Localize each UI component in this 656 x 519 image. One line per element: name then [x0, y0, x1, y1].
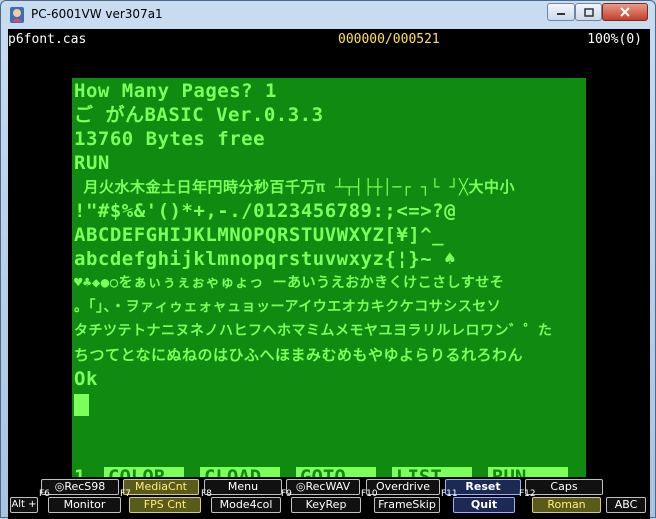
emulator-window: PC-6001VW ver307a1 p6font.cas 000000/000… — [0, 0, 656, 519]
caps-button[interactable]: Caps — [525, 479, 603, 495]
screen-line: ABCDEFGHIJKLMNOPQRSTUVWXYZ[¥]^_ — [74, 224, 445, 246]
rec-wav-button[interactable]: ◎RecWAV — [286, 479, 360, 495]
screen-line: Ok — [74, 368, 98, 390]
rec-s98-button[interactable]: ◎RecS98 — [41, 479, 119, 495]
close-button[interactable] — [602, 3, 648, 21]
menu-button[interactable]: Menu — [204, 479, 282, 495]
maximize-button[interactable] — [575, 3, 602, 21]
monitor-button[interactable]: Monitor — [48, 497, 121, 513]
tape-counter: 000000/000521 — [338, 32, 440, 47]
screen-line: 13760 Bytes free — [74, 128, 266, 150]
maximize-icon — [583, 7, 594, 17]
emulator-screen[interactable]: p6font.cas 000000/000521 100%(0) How Man… — [8, 29, 650, 491]
crt-display[interactable]: How Many Pages? 1 ご がんBASIC Ver.0.3.3 13… — [72, 78, 586, 491]
frame-skip-button[interactable]: FrameSkip — [374, 497, 440, 513]
screen-line: How Many Pages? 1 — [74, 80, 277, 102]
screen-line: ご がんBASIC Ver.0.3.3 — [74, 104, 324, 126]
control-toolbar: ◎RecS98 MediaCnt Menu ◎RecWAV Overdrive … — [8, 477, 650, 519]
speed-percent: 100%(0) — [587, 32, 642, 47]
text-cursor — [74, 394, 89, 416]
screen-line: タチツテトナニヌネノハヒフヘホマミムメモヤユヨラリルレロワン゛゜た — [74, 323, 553, 339]
fps-cnt-button[interactable]: FPS Cnt — [129, 497, 201, 513]
screen-line: ♥♣◆●○をぁぃぅぇぉゃゅょっ ーあいうえおかきくけこさしすせそ — [74, 275, 505, 291]
abc-button[interactable]: ABC — [606, 497, 646, 513]
roman-button[interactable]: Roman — [532, 497, 601, 513]
media-cnt-button[interactable]: MediaCnt — [123, 479, 199, 495]
screen-line: !"#$%&'()*+,-./0123456789:;<=>?@ — [74, 200, 457, 222]
close-icon — [620, 7, 630, 17]
window-title: PC-6001VW ver307a1 — [31, 7, 163, 21]
mode4col-button[interactable]: Mode4col — [211, 497, 281, 513]
screen-line: 月火水木金土日年円時分秒百千万π ┴┬┤├┼│─┌ ┐└ ┘╳大中小 — [74, 178, 516, 196]
quit-button[interactable]: Quit — [453, 497, 515, 513]
minimize-icon — [557, 13, 565, 15]
screen-line: ちつてとなにぬねのはひふへほまみむめもやゆよらりるれろわん — [74, 346, 524, 364]
screen-line: abcdefghijklmnopqrstuvwxyz{¦}~ ♠ — [74, 248, 457, 270]
minimize-button[interactable] — [547, 3, 575, 21]
app-icon — [10, 7, 24, 23]
tape-file-name: p6font.cas — [8, 32, 87, 47]
title-bar[interactable]: PC-6001VW ver307a1 — [1, 1, 655, 29]
screen-line: 。「」、・ヲァィゥェォャュョッーアイウエオカキクケコサシスセソ — [74, 299, 502, 315]
alt-modifier-label: Alt + — [10, 497, 38, 513]
screen-line: RUN — [74, 152, 110, 174]
key-rep-button[interactable]: KeyRep — [291, 497, 361, 513]
